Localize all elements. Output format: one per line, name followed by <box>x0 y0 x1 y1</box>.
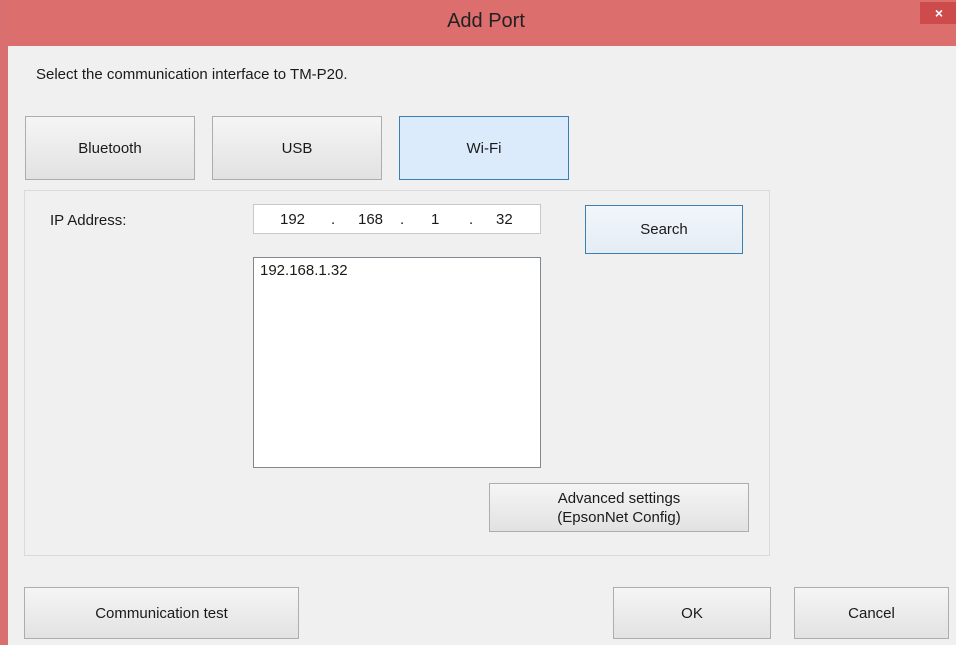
title-bar: Add Port × <box>8 0 956 46</box>
ip-address-label: IP Address: <box>50 212 127 229</box>
ok-label: OK <box>681 604 703 622</box>
cancel-button[interactable]: Cancel <box>794 587 949 639</box>
window-title: Add Port <box>447 10 525 32</box>
close-icon: × <box>934 5 944 21</box>
ip-octet-1: 192 <box>280 211 306 228</box>
tab-usb[interactable]: USB <box>212 116 382 180</box>
ip-octet-4: 32 <box>496 211 513 228</box>
advanced-settings-label-line1: Advanced settings <box>557 489 681 507</box>
close-button[interactable]: × <box>920 2 956 24</box>
ip-octet-2: 168 <box>358 211 384 228</box>
ip-address-input[interactable]: 192 . 168 . 1 . 32 <box>253 204 541 234</box>
search-button-label: Search <box>640 221 688 238</box>
communication-test-label: Communication test <box>95 604 228 622</box>
advanced-settings-label-line2: (EpsonNet Config) <box>557 508 681 526</box>
tab-wifi-label: Wi-Fi <box>466 139 502 157</box>
ip-separator: . <box>400 211 405 228</box>
device-results-list[interactable]: 192.168.1.32 <box>253 257 541 468</box>
list-item[interactable]: 192.168.1.32 <box>260 262 348 279</box>
tab-wifi[interactable]: Wi-Fi <box>399 116 569 180</box>
tab-usb-label: USB <box>281 139 313 157</box>
tab-bluetooth-label: Bluetooth <box>78 139 142 157</box>
instruction-text: Select the communication interface to TM… <box>36 66 348 83</box>
search-button[interactable]: Search <box>585 205 743 254</box>
ok-button[interactable]: OK <box>613 587 771 639</box>
cancel-label: Cancel <box>848 604 895 622</box>
tab-bluetooth[interactable]: Bluetooth <box>25 116 195 180</box>
advanced-settings-button[interactable]: Advanced settings (EpsonNet Config) <box>489 483 749 532</box>
communication-test-button[interactable]: Communication test <box>24 587 299 639</box>
ip-octet-3: 1 <box>431 211 440 228</box>
ip-separator: . <box>331 211 336 228</box>
ip-separator: . <box>469 211 474 228</box>
